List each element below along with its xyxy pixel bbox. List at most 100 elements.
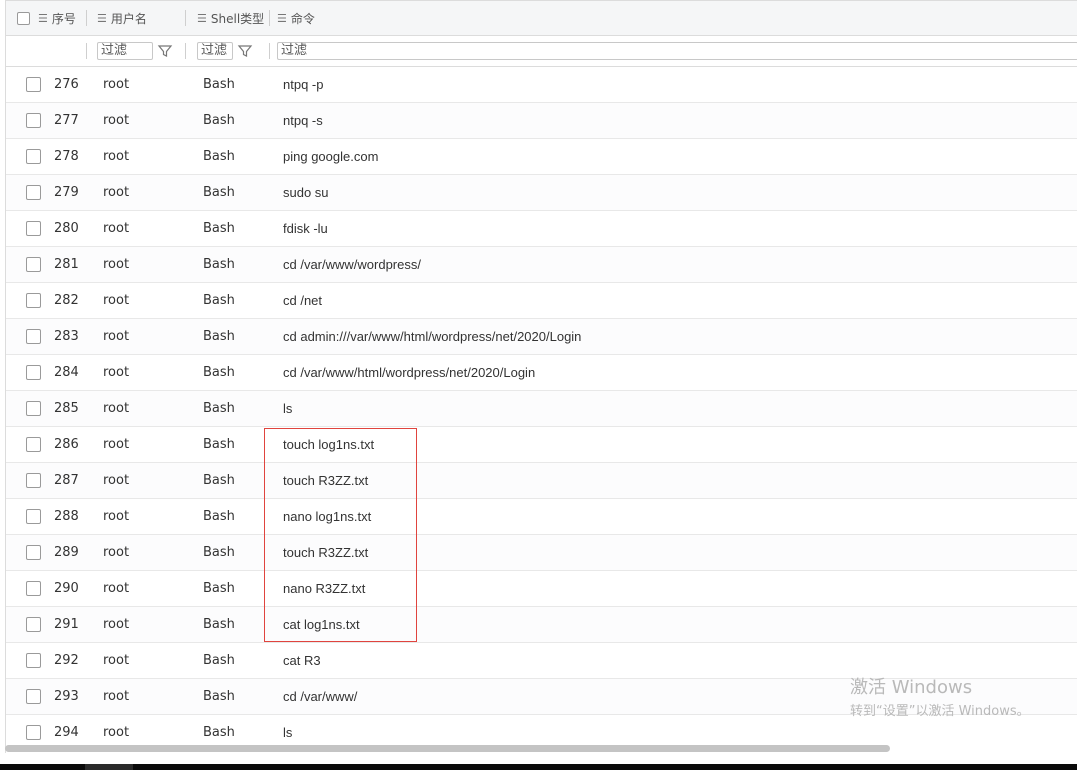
row-checkbox[interactable] [26,257,41,272]
row-checkbox[interactable] [26,653,41,668]
column-divider[interactable] [185,10,186,26]
username-cell: root [103,257,130,272]
select-all-checkbox[interactable] [17,11,30,25]
command-cell: fdisk -lu [283,221,328,236]
header-index-label: 序号 [51,11,76,26]
row-checkbox[interactable] [26,329,41,344]
row-checkbox[interactable] [26,509,41,524]
row-checkbox[interactable] [26,725,41,740]
command-cell: sudo su [283,185,329,200]
table-row[interactable]: 285 root Bash ls [6,391,1077,427]
row-select-cell[interactable] [26,139,41,174]
row-checkbox[interactable] [26,473,41,488]
row-checkbox[interactable] [26,581,41,596]
column-menu-icon[interactable]: ☰ [97,12,107,25]
username-cell: root [103,509,130,524]
row-select-cell[interactable] [26,499,41,534]
header-username[interactable]: ☰ 用户名 [97,1,147,35]
command-filter-input[interactable]: 过滤 [277,42,1077,60]
filter-icon[interactable] [157,43,173,59]
table-row[interactable]: 284 root Bash cd /var/www/html/wordpress/ne… [6,355,1077,391]
row-select-cell[interactable] [26,607,41,642]
row-checkbox[interactable] [26,617,41,632]
command-cell: ping google.com [283,149,379,164]
header-shell[interactable]: ☰ Shell类型 [197,1,264,35]
row-select-cell[interactable] [26,67,41,102]
row-checkbox[interactable] [26,401,41,416]
table-row[interactable]: 293 root Bash cd /var/www/ [6,679,1077,715]
command-cell: ls [283,401,293,416]
row-select-cell[interactable] [26,463,41,498]
username-cell: root [103,545,130,560]
column-menu-icon[interactable]: ☰ [38,12,48,25]
table-row[interactable]: 289 root Bash touch R3ZZ.txt [6,535,1077,571]
column-menu-icon[interactable]: ☰ [277,12,287,25]
row-checkbox[interactable] [26,293,41,308]
row-select-cell[interactable] [26,535,41,570]
table-row[interactable]: 286 root Bash touch log1ns.txt [6,427,1077,463]
row-select-cell[interactable] [26,391,41,426]
command-cell: cd /net [283,293,323,308]
shell-filter-input[interactable]: 过滤 [197,42,233,60]
column-divider[interactable] [86,10,87,26]
header-command[interactable]: ☰ 命令 [277,1,315,35]
command-cell: cd admin:///var/www/html/wordpress/net/2… [283,329,582,344]
column-divider[interactable] [269,10,270,26]
username-filter-input[interactable]: 过滤 [97,42,153,60]
row-select-cell[interactable] [26,427,41,462]
row-select-cell[interactable] [26,319,41,354]
index-cell: 282 [54,293,79,308]
row-checkbox[interactable] [26,545,41,560]
row-select-cell[interactable] [26,103,41,138]
table-row[interactable]: 292 root Bash cat R3 [6,643,1077,679]
table-row[interactable]: 282 root Bash cd /net [6,283,1077,319]
header-index[interactable]: ☰ 序号 [38,1,76,35]
horizontal-scrollbar[interactable] [5,745,890,752]
table-row[interactable]: 290 root Bash nano R3ZZ.txt [6,571,1077,607]
table-row[interactable]: 279 root Bash sudo su [6,175,1077,211]
table-row[interactable]: 287 root Bash touch R3ZZ.txt [6,463,1077,499]
row-select-cell[interactable] [26,247,41,282]
row-select-cell[interactable] [26,175,41,210]
table-row[interactable]: 288 root Bash nano log1ns.txt [6,499,1077,535]
row-checkbox[interactable] [26,221,41,236]
username-cell: root [103,725,130,740]
row-checkbox[interactable] [26,185,41,200]
row-checkbox[interactable] [26,149,41,164]
shell-cell: Bash [203,113,235,128]
table-row[interactable]: 291 root Bash cat log1ns.txt [6,607,1077,643]
row-select-cell[interactable] [26,679,41,714]
row-checkbox[interactable] [26,113,41,128]
row-select-cell[interactable] [26,355,41,390]
row-select-cell[interactable] [26,283,41,318]
column-menu-icon[interactable]: ☰ [197,12,207,25]
header-select-all[interactable] [17,1,30,35]
row-checkbox[interactable] [26,437,41,452]
table-row[interactable]: 294 root Bash ls [6,715,1077,749]
table-row[interactable]: 277 root Bash ntpq -s [6,103,1077,139]
filter-icon[interactable] [237,43,253,59]
row-checkbox[interactable] [26,77,41,92]
command-cell: cd /var/www/wordpress/ [283,257,421,272]
shell-cell: Bash [203,581,235,596]
table-row[interactable]: 283 root Bash cd admin:///var/www/html/word… [6,319,1077,355]
row-select-cell[interactable] [26,715,41,749]
command-cell: cat log1ns.txt [283,617,360,632]
shell-cell: Bash [203,221,235,236]
table-row[interactable]: 276 root Bash ntpq -p [6,67,1077,103]
index-cell: 291 [54,617,79,632]
row-select-cell[interactable] [26,643,41,678]
table-row[interactable]: 281 root Bash cd /var/www/wordpress/ [6,247,1077,283]
taskbar-item[interactable] [85,764,133,770]
table-row[interactable]: 280 root Bash fdisk -lu [6,211,1077,247]
taskbar [0,764,1077,770]
row-select-cell[interactable] [26,571,41,606]
row-checkbox[interactable] [26,365,41,380]
username-cell: root [103,401,130,416]
table-row[interactable]: 278 root Bash ping google.com [6,139,1077,175]
header-command-label: 命令 [290,11,315,26]
shell-cell: Bash [203,257,235,272]
row-checkbox[interactable] [26,689,41,704]
row-select-cell[interactable] [26,211,41,246]
index-cell: 290 [54,581,79,596]
